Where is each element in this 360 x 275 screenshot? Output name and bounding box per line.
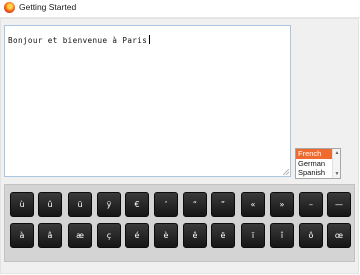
key-row1-0[interactable]: ù: [10, 192, 34, 217]
text-caret: [149, 35, 151, 44]
key-row2-10[interactable]: ô: [299, 223, 323, 248]
key-row2-11[interactable]: œ: [327, 223, 351, 248]
key-row1-10[interactable]: –: [299, 192, 323, 217]
key-row2-7[interactable]: ë: [211, 223, 235, 248]
window-title: Getting Started: [19, 2, 77, 12]
key-row2-9[interactable]: î: [270, 223, 294, 248]
language-option-french[interactable]: French: [296, 149, 333, 159]
key-row2-5[interactable]: è: [154, 223, 178, 248]
resize-grip-icon[interactable]: [283, 169, 289, 175]
key-row1-4[interactable]: €: [125, 192, 149, 217]
key-row1-8[interactable]: «: [241, 192, 265, 217]
key-row1-7[interactable]: ”: [211, 192, 235, 217]
key-row1-9[interactable]: »: [270, 192, 294, 217]
key-row2-2[interactable]: æ: [68, 223, 92, 248]
typed-text: Bonjour et bienvenue à Paris: [8, 36, 148, 45]
key-row2-8[interactable]: ï: [241, 223, 265, 248]
language-option-german[interactable]: German: [296, 159, 333, 169]
title-bar: Getting Started: [0, 0, 360, 18]
key-row2-6[interactable]: ê: [183, 223, 207, 248]
firefox-icon: [4, 2, 15, 13]
key-row2-0[interactable]: à: [10, 223, 34, 248]
scroll-down-icon[interactable]: ▼: [333, 170, 341, 178]
key-row2-3[interactable]: ç: [97, 223, 121, 248]
key-row2-4[interactable]: é: [125, 223, 149, 248]
key-row1-5[interactable]: ’: [154, 192, 178, 217]
key-row1-11[interactable]: —: [327, 192, 351, 217]
scroll-up-icon[interactable]: ▲: [333, 149, 341, 157]
key-row1-2[interactable]: ü: [68, 192, 92, 217]
listbox-scrollbar[interactable]: ▲ ▼: [332, 149, 340, 178]
text-input-area[interactable]: Bonjour et bienvenue à Paris: [4, 25, 291, 177]
key-row1-1[interactable]: û: [38, 192, 62, 217]
key-row2-1[interactable]: â: [38, 223, 62, 248]
key-row1-3[interactable]: ÿ: [97, 192, 121, 217]
language-listbox[interactable]: French German Spanish ▲ ▼: [295, 148, 341, 179]
key-row1-6[interactable]: “: [183, 192, 207, 217]
language-option-spanish[interactable]: Spanish: [296, 168, 333, 178]
special-character-keyboard: ù û ü ÿ €’ “” «» – — à â æ ç é è ê ë ï î ô œ: [4, 184, 355, 262]
